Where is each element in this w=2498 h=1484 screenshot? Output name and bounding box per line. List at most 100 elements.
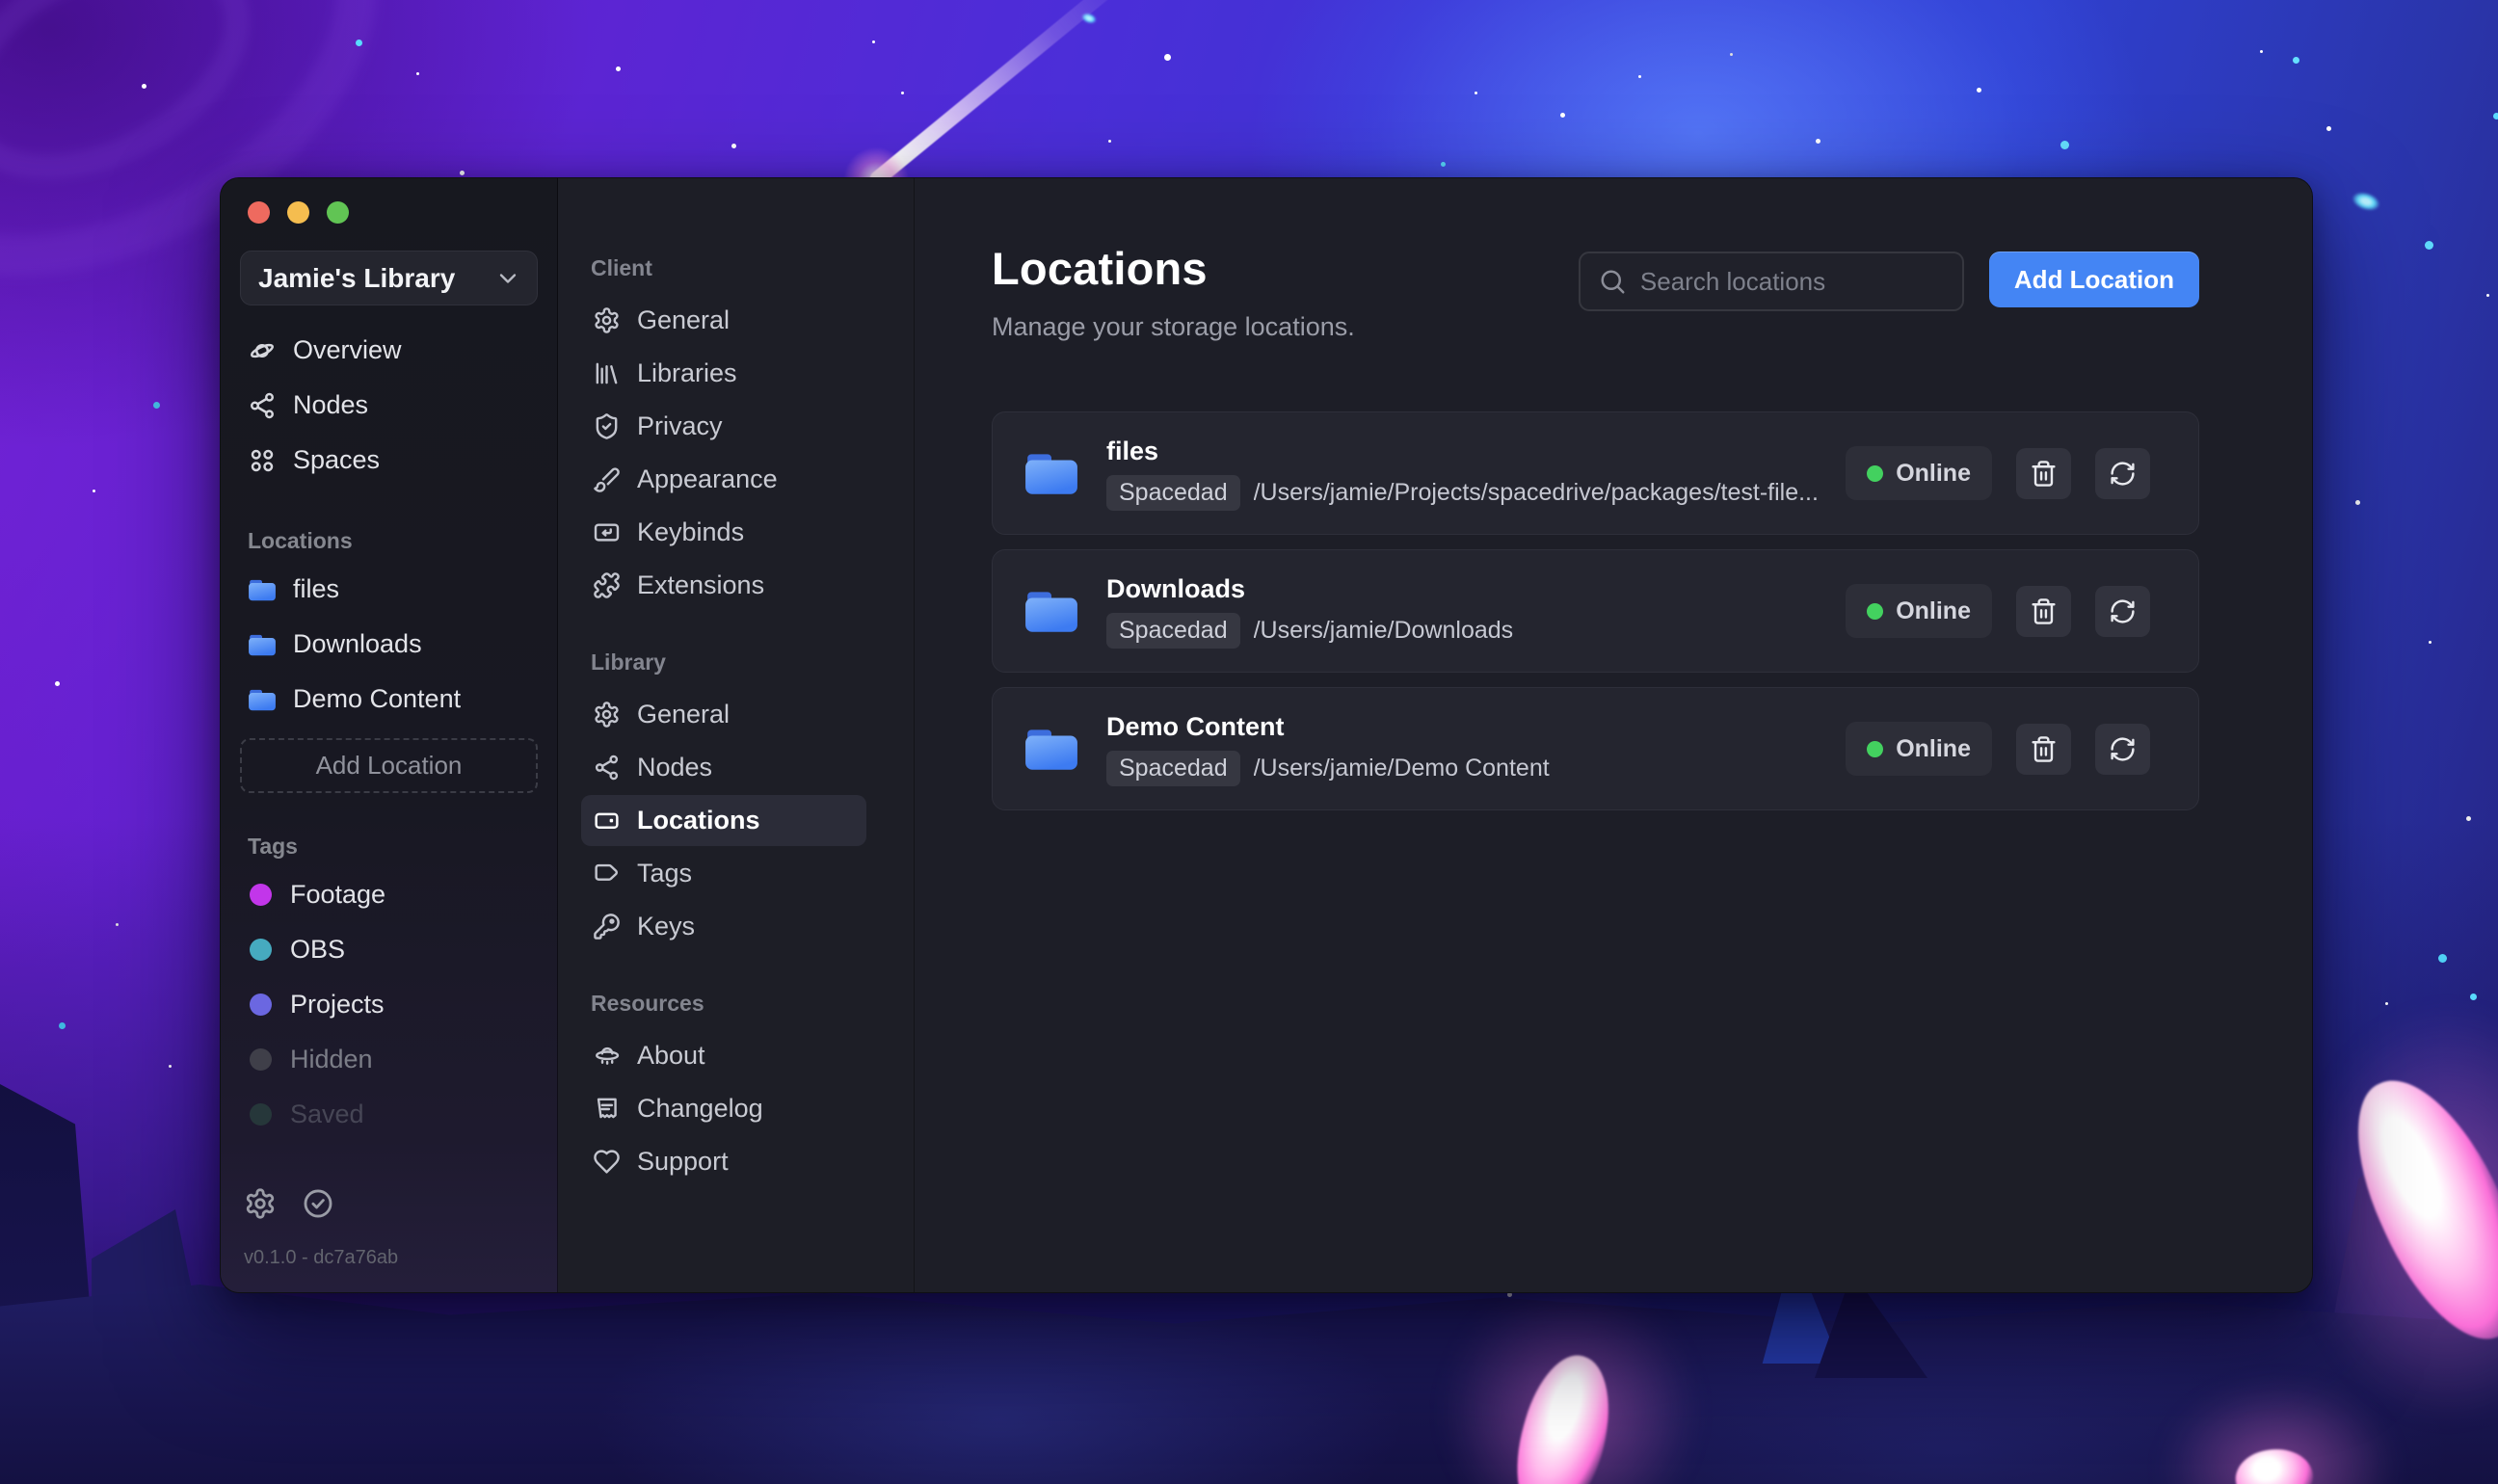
- spacedrive-settings-window: Jamie's Library Overview Nodes Spaces Lo…: [220, 177, 2313, 1293]
- status-label: Online: [1896, 596, 1971, 624]
- location-path: /Users/jamie/Downloads: [1253, 616, 1514, 644]
- planet-icon: [251, 343, 274, 358]
- settings-nav-library-tags[interactable]: Tags: [581, 848, 866, 899]
- settings-nav-library-nodes[interactable]: Nodes: [581, 742, 866, 793]
- changelog-receipt-icon: [597, 1098, 617, 1119]
- settings-nav-client-keybinds[interactable]: Keybinds: [581, 507, 866, 558]
- sidebar-add-location-button[interactable]: Add Location: [240, 738, 538, 793]
- search-input[interactable]: [1639, 266, 1963, 297]
- settings-nav-client-extensions[interactable]: Extensions: [581, 560, 866, 611]
- rescan-location-button[interactable]: [2095, 723, 2150, 775]
- settings-nav-library-keys[interactable]: Keys: [581, 901, 866, 952]
- settings-nav-label: Support: [637, 1147, 729, 1176]
- folder-icon: [249, 579, 276, 600]
- paintbrush-icon: [594, 467, 620, 492]
- settings-nav-label: Changelog: [637, 1094, 763, 1123]
- sidebar-item-spaces[interactable]: Spaces: [240, 433, 538, 488]
- sidebar-tag-hidden[interactable]: Hidden: [240, 1032, 538, 1087]
- rescan-location-button[interactable]: [2095, 447, 2150, 499]
- sidebar-item-nodes[interactable]: Nodes: [240, 378, 538, 433]
- settings-nav-resources-support[interactable]: Support: [581, 1136, 866, 1187]
- terrain: [0, 1285, 2498, 1484]
- location-name: Demo Content: [1106, 711, 1285, 741]
- pink-crystal: [1446, 1282, 1696, 1484]
- location-path: /Users/jamie/Demo Content: [1253, 754, 1550, 782]
- window-controls: [240, 201, 538, 224]
- node-badge: Spacedad: [1106, 474, 1240, 511]
- refresh-icon: [2111, 736, 2135, 761]
- refresh-icon: [2111, 598, 2135, 623]
- library-selector[interactable]: Jamie's Library: [240, 251, 538, 305]
- settings-nav-label: Extensions: [637, 570, 765, 599]
- check-circle-icon[interactable]: [302, 1187, 334, 1220]
- settings-nav: Client General Libraries Privacy Appeara: [558, 178, 915, 1292]
- zoom-window-button[interactable]: [327, 201, 349, 224]
- settings-nav-label: Keybinds: [637, 517, 745, 546]
- settings-section-client: Client: [591, 255, 652, 280]
- settings-nav-label: Appearance: [637, 464, 778, 493]
- tag-label: Projects: [290, 990, 385, 1019]
- online-dot: [1867, 602, 1884, 620]
- search-locations-box: [1578, 252, 1964, 311]
- folder-icon: [1025, 729, 1077, 770]
- puzzle-icon: [594, 572, 620, 598]
- location-row-downloads[interactable]: Downloads Spacedad /Users/jamie/Download…: [992, 549, 2199, 673]
- sidebar-tag-obs[interactable]: OBS: [240, 922, 538, 977]
- node-badge: Spacedad: [1106, 612, 1240, 649]
- status-badge: Online: [1846, 446, 1992, 500]
- status-badge: Online: [1846, 584, 1992, 638]
- settings-section-library: Library: [591, 649, 666, 675]
- heart-icon: [594, 1150, 620, 1174]
- settings-nav-label: General: [637, 305, 731, 334]
- settings-nav-resources-about[interactable]: About: [581, 1030, 866, 1081]
- settings-nav-client-privacy[interactable]: Privacy: [581, 401, 866, 452]
- delete-location-button[interactable]: [2016, 585, 2071, 637]
- key-icon: [594, 914, 620, 940]
- sidebar-item-label: Overview: [293, 335, 402, 364]
- app-version: v0.1.0 - dc7a76ab: [244, 1247, 399, 1268]
- tag-color-dot: [250, 1103, 272, 1126]
- keybind-return-icon: [594, 523, 620, 542]
- delete-location-button[interactable]: [2016, 723, 2071, 775]
- settings-nav-label: Tags: [637, 859, 693, 888]
- sidebar-tag-projects[interactable]: Projects: [240, 977, 538, 1032]
- location-row-demo-content[interactable]: Demo Content Spacedad /Users/jamie/Demo …: [992, 687, 2199, 810]
- sidebar: Jamie's Library Overview Nodes Spaces Lo…: [221, 178, 558, 1292]
- sidebar-location-demo-content[interactable]: Demo Content: [240, 672, 538, 727]
- settings-nav-label: Locations: [637, 806, 760, 835]
- node-badge: Spacedad: [1106, 750, 1240, 786]
- tag-color-dot: [250, 939, 272, 961]
- online-dot: [1867, 464, 1884, 482]
- settings-nav-client-appearance[interactable]: Appearance: [581, 454, 866, 505]
- delete-location-button[interactable]: [2016, 447, 2071, 499]
- gear-icon: [595, 702, 619, 728]
- library-selector-label: Jamie's Library: [258, 262, 456, 293]
- folder-icon: [249, 634, 276, 655]
- sidebar-tag-saved[interactable]: Saved: [240, 1087, 538, 1142]
- settings-nav-library-locations[interactable]: Locations: [581, 795, 866, 846]
- add-location-button[interactable]: Add Location: [1988, 252, 2199, 307]
- pink-crystal: [2299, 1007, 2498, 1421]
- settings-gear-icon[interactable]: [244, 1187, 277, 1220]
- rescan-location-button[interactable]: [2095, 585, 2150, 637]
- settings-nav-client-general[interactable]: General: [581, 295, 866, 346]
- sidebar-location-downloads[interactable]: Downloads: [240, 617, 538, 672]
- tag-label: Footage: [290, 880, 386, 909]
- location-path: /Users/jamie/Projects/spacedrive/package…: [1253, 478, 1819, 506]
- settings-nav-resources-changelog[interactable]: Changelog: [581, 1083, 866, 1134]
- location-name: Downloads: [1106, 573, 1246, 603]
- minimize-window-button[interactable]: [287, 201, 309, 224]
- sidebar-location-label: Downloads: [293, 629, 422, 658]
- sidebar-item-overview[interactable]: Overview: [240, 323, 538, 378]
- settings-nav-label: Libraries: [637, 358, 737, 387]
- close-window-button[interactable]: [248, 201, 270, 224]
- settings-nav-client-libraries[interactable]: Libraries: [581, 348, 866, 399]
- sidebar-tag-footage[interactable]: Footage: [240, 867, 538, 922]
- tag-color-dot: [250, 994, 272, 1016]
- locations-settings-page: Locations Manage your storage locations.…: [915, 178, 2312, 1292]
- settings-nav-library-general[interactable]: General: [581, 689, 866, 740]
- settings-nav-label: About: [637, 1041, 705, 1070]
- sidebar-location-files[interactable]: files: [240, 562, 538, 617]
- trash-icon: [2032, 597, 2056, 624]
- location-row-files[interactable]: files Spacedad /Users/jamie/Projects/spa…: [992, 411, 2199, 535]
